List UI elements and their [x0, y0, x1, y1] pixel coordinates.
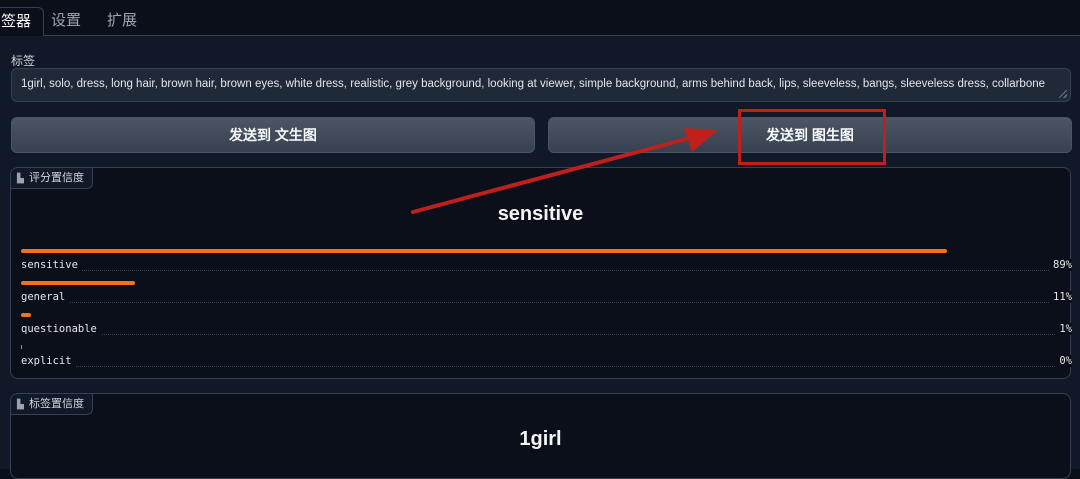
- annotation-arrow-icon: [411, 128, 718, 214]
